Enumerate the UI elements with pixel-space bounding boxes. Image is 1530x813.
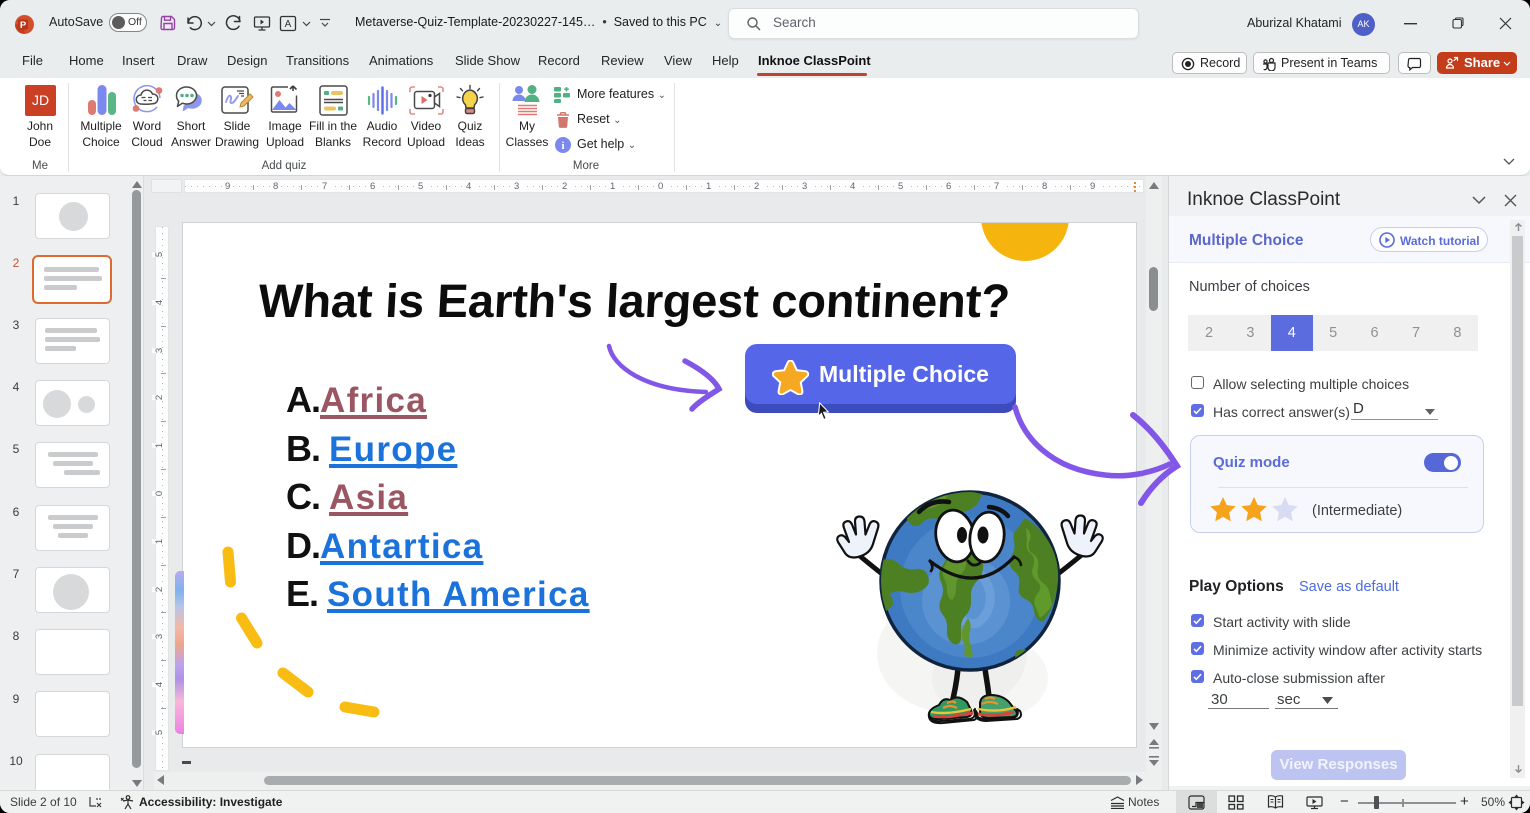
svg-text:i: i xyxy=(561,140,564,152)
svg-text:A: A xyxy=(285,19,292,30)
svg-text:P: P xyxy=(20,20,27,31)
